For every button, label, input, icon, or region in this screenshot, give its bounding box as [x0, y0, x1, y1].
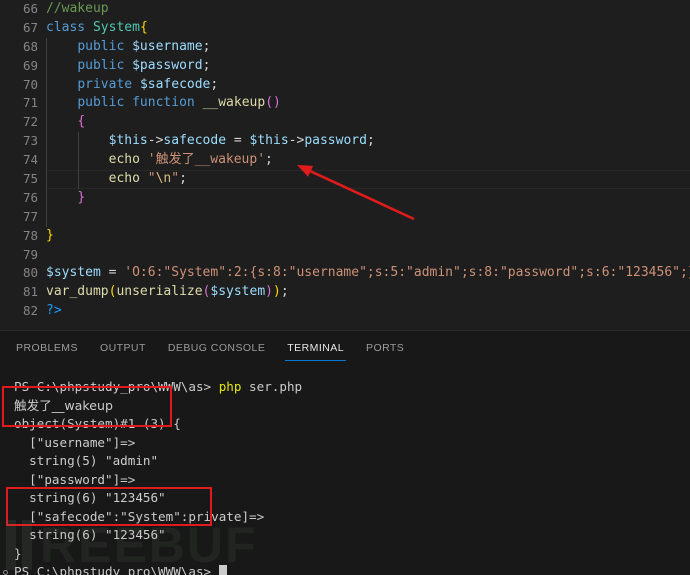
code-line[interactable]: 74 echo '触发了__wakeup';: [0, 151, 690, 170]
code-text: $system = 'O:6:"System":2:{s:8:"username…: [46, 264, 690, 283]
line-number: 67: [0, 19, 38, 38]
code-line[interactable]: 77: [0, 208, 690, 227]
terminal-prompt: PS C:\phpstudy_pro\WWW\as>: [14, 564, 219, 575]
code-line[interactable]: 66 //wakeup: [0, 0, 690, 19]
bottom-panel: PROBLEMSOUTPUTDEBUG CONSOLETERMINALPORTS…: [0, 330, 690, 575]
line-number: 81: [0, 283, 38, 302]
code-text: $this->safecode = $this->password;: [46, 132, 690, 151]
code-text: ?>: [46, 302, 690, 321]
line-number: 79: [0, 246, 38, 265]
tab-terminal[interactable]: TERMINAL: [277, 331, 354, 365]
line-number: 71: [0, 94, 38, 113]
line-number: 74: [0, 151, 38, 170]
code-text: echo '触发了__wakeup';: [46, 151, 690, 170]
terminal-command: php: [219, 379, 242, 394]
code-editor[interactable]: 66//wakeup67class System{68 public $user…: [0, 0, 690, 330]
line-number: 73: [0, 132, 38, 151]
line-number: 80: [0, 264, 38, 283]
code-line[interactable]: 72 {: [0, 113, 690, 132]
line-number: 68: [0, 38, 38, 57]
code-line[interactable]: 79: [0, 246, 690, 265]
code-text: var_dump(unserialize($system));: [46, 283, 690, 302]
line-number: 82: [0, 302, 38, 321]
line-number: 72: [0, 113, 38, 132]
code-line[interactable]: 81 var_dump(unserialize($system));: [0, 283, 690, 302]
terminal-prompt: PS C:\phpstudy_pro\WWW\as>: [14, 379, 219, 394]
code-text: {: [46, 113, 690, 132]
code-line[interactable]: 68 public $username;: [0, 38, 690, 57]
tab-problems[interactable]: PROBLEMS: [6, 331, 88, 365]
code-line[interactable]: 80 $system = 'O:6:"System":2:{s:8:"userna…: [0, 264, 690, 283]
line-number: 75: [0, 170, 38, 189]
tab-output[interactable]: OUTPUT: [90, 331, 156, 365]
terminal-command-line: PS C:\phpstudy_pro\WWW\as> php ser.php: [0, 378, 690, 397]
code-text: echo "\n";: [46, 170, 690, 189]
code-text: //wakeup: [46, 0, 690, 19]
code-text: public function __wakeup(): [46, 94, 690, 113]
code-text: class System{: [46, 19, 690, 38]
terminal-output-line: ["username"]=>: [0, 434, 690, 453]
terminal-output-line: ["safecode":"System":private]=>: [0, 508, 690, 527]
line-number: 78: [0, 227, 38, 246]
line-number: 66: [0, 0, 38, 19]
code-line[interactable]: 71 public function __wakeup(): [0, 94, 690, 113]
code-text: private $safecode;: [46, 76, 690, 95]
code-line[interactable]: 67 class System{: [0, 19, 690, 38]
tab-debug-console[interactable]: DEBUG CONSOLE: [158, 331, 275, 365]
line-number: 70: [0, 76, 38, 95]
terminal-output-line: string(6) "123456": [0, 526, 690, 545]
code-line[interactable]: 70 private $safecode;: [0, 76, 690, 95]
terminal-output-line: }: [0, 545, 690, 564]
code-line[interactable]: 76 }: [0, 189, 690, 208]
terminal-final-prompt: PS C:\phpstudy_pro\WWW\as>: [0, 563, 690, 575]
code-text: public $password;: [46, 57, 690, 76]
panel-tab-bar[interactable]: PROBLEMSOUTPUTDEBUG CONSOLETERMINALPORTS: [0, 331, 690, 365]
terminal-output-line: string(6) "123456": [0, 489, 690, 508]
terminal-output[interactable]: PS C:\phpstudy_pro\WWW\as> php ser.php触发…: [0, 365, 690, 575]
tab-ports[interactable]: PORTS: [356, 331, 414, 365]
code-text: }: [46, 227, 690, 246]
terminal-output-line: string(5) "admin": [0, 452, 690, 471]
code-text: public $username;: [46, 38, 690, 57]
line-number: 76: [0, 189, 38, 208]
code-line[interactable]: 75 echo "\n";: [0, 170, 690, 189]
line-number: 69: [0, 57, 38, 76]
code-text: }: [46, 189, 690, 208]
line-number: 77: [0, 208, 38, 227]
code-line[interactable]: 78}: [0, 227, 690, 246]
code-line[interactable]: 69 public $password;: [0, 57, 690, 76]
terminal-command-arg: ser.php: [241, 379, 302, 394]
terminal-output-line: ["password"]=>: [0, 471, 690, 490]
code-line[interactable]: 73 $this->safecode = $this->password;: [0, 132, 690, 151]
terminal-output-line: object(System)#1 (3) {: [0, 415, 690, 434]
indent-guide: [46, 208, 47, 227]
terminal-output-line: 触发了__wakeup: [0, 397, 690, 416]
vscode-window: 66//wakeup67class System{68 public $user…: [0, 0, 690, 574]
code-line[interactable]: 82 ?>: [0, 302, 690, 321]
prompt-status-dot-icon: [3, 570, 8, 575]
